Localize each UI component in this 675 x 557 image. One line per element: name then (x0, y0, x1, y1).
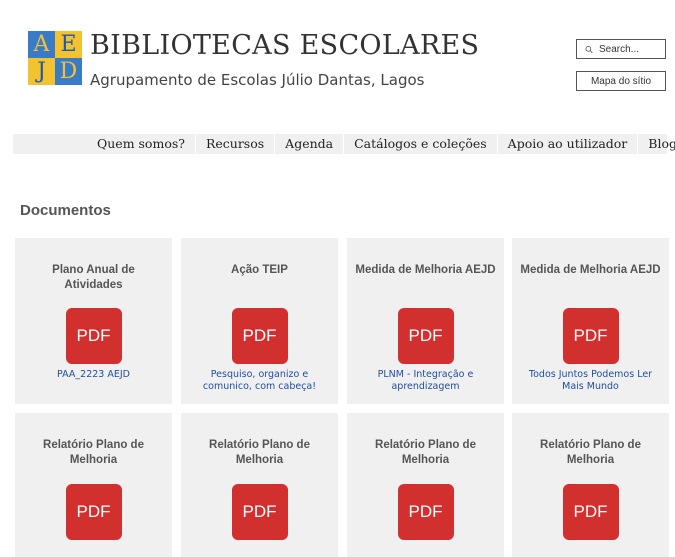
card-title: Ação TEIP (231, 264, 288, 276)
document-card: Ação TEIP PDF Pesquiso, organizo e comun… (181, 238, 338, 404)
nav-item-agenda[interactable]: Agenda (274, 134, 343, 154)
card-title: Relatório Plano de Melhoria (43, 439, 144, 466)
document-card: Relatório Plano de Melhoria PDF (15, 413, 172, 557)
logo-letter-e: E (55, 31, 82, 58)
document-link[interactable]: Pesquiso, organizo e comunico, com cabeç… (187, 369, 332, 393)
nav-item-catalogos[interactable]: Catálogos e coleções (343, 134, 497, 154)
search-icon (585, 45, 593, 53)
nav-item-quem-somos[interactable]: Quem somos? (87, 134, 195, 154)
document-card: Relatório Plano de Melhoria PDF (347, 413, 504, 557)
pdf-icon[interactable]: PDF (562, 308, 619, 364)
card-title: Relatório Plano de Melhoria (540, 439, 641, 466)
document-card: Medida de Melhoria AEJD PDF Todos Juntos… (512, 238, 669, 404)
logo-letter-j: J (28, 58, 55, 85)
card-title: Relatório Plano de Melhoria (209, 439, 310, 466)
pdf-icon[interactable]: PDF (562, 484, 619, 540)
main-nav: Quem somos? Recursos Agenda Catálogos e … (13, 134, 675, 154)
card-title: Medida de Melhoria AEJD (355, 264, 496, 276)
site-subtitle: Agrupamento de Escolas Júlio Dantas, Lag… (90, 71, 425, 89)
document-card: Plano Anual de Atividades PDF PAA_2223 A… (15, 238, 172, 404)
pdf-icon[interactable]: PDF (397, 308, 454, 364)
section-title: Documentos (20, 202, 111, 219)
site-title[interactable]: BIBLIOTECAS ESCOLARES (90, 30, 479, 61)
pdf-icon[interactable]: PDF (65, 484, 122, 540)
logo-letter-d: D (55, 58, 82, 85)
document-card: Relatório Plano de Melhoria PDF (181, 413, 338, 557)
pdf-icon[interactable]: PDF (397, 484, 454, 540)
logo-letter-a: A (28, 31, 55, 58)
pdf-icon[interactable]: PDF (231, 308, 288, 364)
document-link[interactable]: PAA_2223 AEJD (21, 369, 166, 381)
document-card: Relatório Plano de Melhoria PDF (512, 413, 669, 557)
document-card: Medida de Melhoria AEJD PDF PLNM - Integ… (347, 238, 504, 404)
search-box[interactable] (576, 39, 666, 59)
site-logo[interactable]: A E J D (28, 31, 82, 85)
nav-item-blogue[interactable]: Blogue (637, 134, 675, 154)
card-title: Relatório Plano de Melhoria (375, 439, 476, 466)
nav-item-recursos[interactable]: Recursos (194, 134, 274, 154)
sitemap-button[interactable]: Mapa do sítio (576, 71, 666, 91)
document-link[interactable]: Todos Juntos Podemos Ler Mais Mundo (518, 369, 663, 393)
card-title: Medida de Melhoria AEJD (520, 264, 661, 276)
pdf-icon[interactable]: PDF (65, 308, 122, 364)
nav-item-apoio[interactable]: Apoio ao utilizador (496, 134, 638, 154)
pdf-icon[interactable]: PDF (231, 484, 288, 540)
document-link[interactable]: PLNM - Integração e aprendizagem (353, 369, 498, 393)
card-title: Plano Anual de Atividades (52, 264, 135, 291)
search-input[interactable] (599, 43, 665, 55)
